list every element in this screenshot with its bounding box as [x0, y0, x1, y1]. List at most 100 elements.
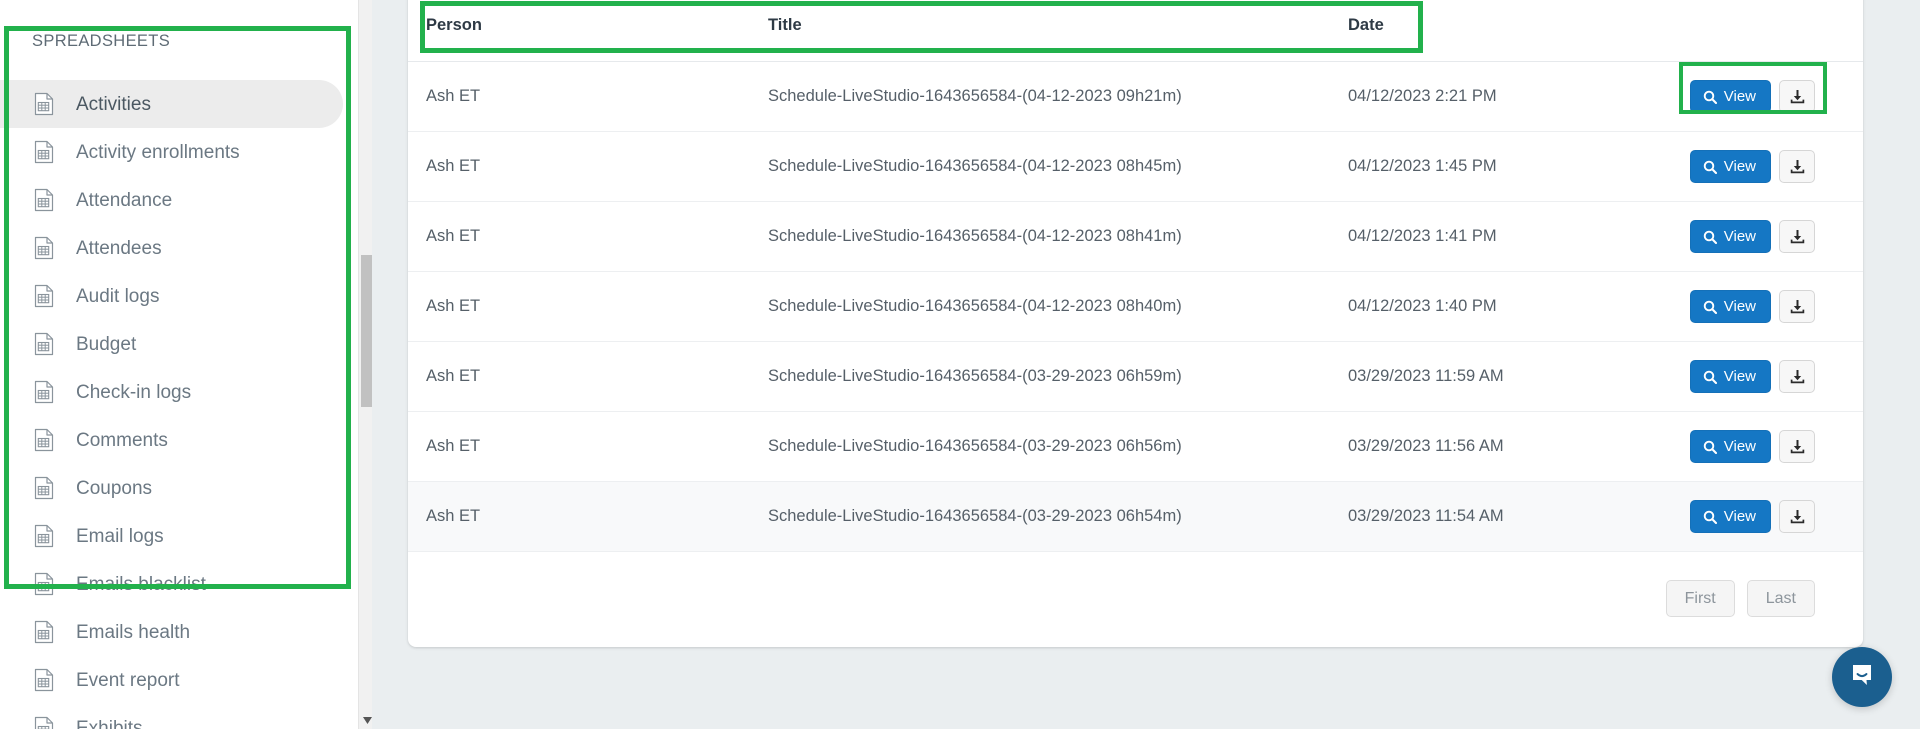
view-button-label: View [1723, 228, 1756, 245]
cell-person: Ash ET [408, 271, 768, 342]
view-button-label: View [1723, 158, 1756, 175]
sidebar-item-label: Coupons [76, 477, 153, 499]
sidebar-item-email-logs[interactable]: Email logs [0, 512, 343, 560]
download-icon [1790, 299, 1805, 314]
sidebar-item-coupons[interactable]: Coupons [0, 464, 343, 512]
files-table: Person Title Date Ash ET Schedule-LiveStu… [408, 0, 1863, 552]
spreadsheet-file-icon [34, 524, 54, 548]
sidebar-item-label: Emails blacklist [76, 573, 206, 595]
sidebar-item-budget[interactable]: Budget [0, 320, 343, 368]
sidebar-item-exhibits[interactable]: Exhibits [0, 704, 343, 729]
pagination: First Last [408, 552, 1863, 647]
row-action-group: View [1689, 80, 1815, 113]
download-button[interactable] [1779, 80, 1815, 113]
download-button[interactable] [1779, 360, 1815, 393]
cell-person: Ash ET [408, 411, 768, 482]
view-button[interactable]: View [1689, 80, 1771, 113]
cell-actions: View [1638, 481, 1863, 552]
search-icon [1703, 90, 1717, 104]
download-button[interactable] [1779, 500, 1815, 533]
spreadsheet-file-icon [34, 92, 54, 116]
cell-title: Schedule-LiveStudio-1643656584-(04-12-20… [768, 271, 1348, 342]
cell-date: 04/12/2023 1:41 PM [1348, 201, 1638, 272]
cell-actions: View [1638, 201, 1863, 272]
download-icon [1790, 89, 1805, 104]
row-action-group: View [1689, 220, 1815, 253]
sidebar-item-emails-blacklist[interactable]: Emails blacklist [0, 560, 343, 608]
view-button[interactable]: View [1689, 150, 1771, 183]
view-button[interactable]: View [1689, 430, 1771, 463]
column-header-person[interactable]: Person [408, 0, 768, 62]
view-button[interactable]: View [1689, 220, 1771, 253]
sidebar-item-audit-logs[interactable]: Audit logs [0, 272, 343, 320]
sidebar-scroll-area: SPREADSHEETS Activities Activity enrollme… [0, 0, 355, 729]
chat-bubble-icon [1848, 661, 1876, 694]
sidebar-item-comments[interactable]: Comments [0, 416, 343, 464]
cell-date: 04/12/2023 1:40 PM [1348, 271, 1638, 342]
view-button-label: View [1723, 508, 1756, 525]
search-icon [1703, 300, 1717, 314]
download-button[interactable] [1779, 290, 1815, 323]
table-row[interactable]: Ash ET Schedule-LiveStudio-1643656584-(03… [408, 341, 1863, 412]
download-button[interactable] [1779, 150, 1815, 183]
spreadsheet-file-icon [34, 668, 54, 692]
main-content: Person Title Date Ash ET Schedule-LiveStu… [372, 0, 1920, 729]
table-row[interactable]: Ash ET Schedule-LiveStudio-1643656584-(03… [408, 411, 1863, 482]
spreadsheet-file-icon [34, 188, 54, 212]
row-action-group: View [1689, 150, 1815, 183]
sidebar-item-activity-enrollments[interactable]: Activity enrollments [0, 128, 343, 176]
sidebar-section-title: SPREADSHEETS [32, 32, 171, 50]
table-row[interactable]: Ash ET Schedule-LiveStudio-1643656584-(04… [408, 61, 1863, 132]
spreadsheet-file-icon [34, 428, 54, 452]
spreadsheet-file-icon [34, 620, 54, 644]
sidebar-item-event-report[interactable]: Event report [0, 656, 343, 704]
search-icon [1703, 510, 1717, 524]
search-icon [1703, 160, 1717, 174]
cell-person: Ash ET [408, 61, 768, 132]
cell-title: Schedule-LiveStudio-1643656584-(03-29-20… [768, 481, 1348, 552]
cell-actions: View [1638, 271, 1863, 342]
download-button[interactable] [1779, 430, 1815, 463]
download-icon [1790, 509, 1805, 524]
sidebar-item-label: Emails health [76, 621, 191, 643]
table-row[interactable]: Ash ET Schedule-LiveStudio-1643656584-(04… [408, 131, 1863, 202]
view-button[interactable]: View [1689, 360, 1771, 393]
cell-actions: View [1638, 61, 1863, 132]
sidebar-item-activities[interactable]: Activities [0, 80, 343, 128]
column-header-date[interactable]: Date [1348, 0, 1638, 62]
download-icon [1790, 439, 1805, 454]
spreadsheet-file-icon [34, 140, 54, 164]
table-row[interactable]: Ash ET Schedule-LiveStudio-1643656584-(04… [408, 201, 1863, 272]
cell-person: Ash ET [408, 341, 768, 412]
view-button-label: View [1723, 88, 1756, 105]
column-header-actions [1638, 0, 1863, 62]
sidebar-item-emails-health[interactable]: Emails health [0, 608, 343, 656]
sidebar-item-attendance[interactable]: Attendance [0, 176, 343, 224]
column-header-title[interactable]: Title [768, 0, 1348, 62]
download-icon [1790, 159, 1805, 174]
row-action-group: View [1689, 500, 1815, 533]
table-header-row: Person Title Date [408, 0, 1863, 62]
pagination-first-button[interactable]: First [1665, 580, 1735, 618]
download-button[interactable] [1779, 220, 1815, 253]
view-button-label: View [1723, 368, 1756, 385]
view-button[interactable]: View [1689, 290, 1771, 323]
view-button-label: View [1723, 438, 1756, 455]
pagination-last-button[interactable]: Last [1746, 580, 1815, 618]
table-body: Ash ET Schedule-LiveStudio-1643656584-(04… [408, 61, 1863, 552]
table-row[interactable]: Ash ET Schedule-LiveStudio-1643656584-(03… [408, 481, 1863, 552]
sidebar-item-label: Email logs [76, 525, 164, 547]
cell-person: Ash ET [408, 131, 768, 202]
sidebar-item-label: Audit logs [76, 285, 160, 307]
search-icon [1703, 370, 1717, 384]
cell-title: Schedule-LiveStudio-1643656584-(04-12-20… [768, 131, 1348, 202]
sidebar-item-attendees[interactable]: Attendees [0, 224, 343, 272]
table-head: Person Title Date [408, 0, 1863, 62]
intercom-messenger-launcher[interactable] [1832, 647, 1892, 707]
spreadsheet-file-icon [34, 284, 54, 308]
row-action-group: View [1689, 430, 1815, 463]
sidebar-item-label: Budget [76, 333, 137, 355]
table-row[interactable]: Ash ET Schedule-LiveStudio-1643656584-(04… [408, 271, 1863, 342]
view-button[interactable]: View [1689, 500, 1771, 533]
sidebar-item-check-in-logs[interactable]: Check-in logs [0, 368, 343, 416]
